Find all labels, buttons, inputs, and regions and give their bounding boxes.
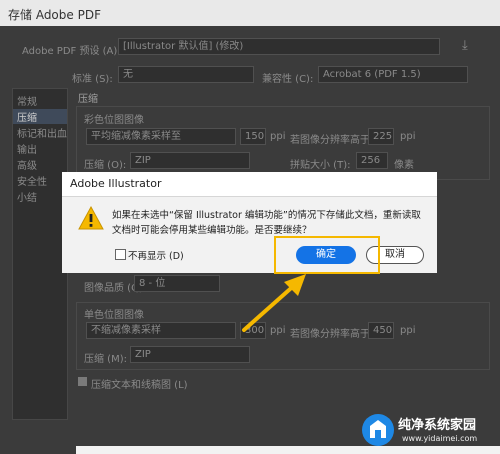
sidebar-item-advanced[interactable]: 高级 (17, 157, 37, 172)
standard-label: 标准 (S): (72, 74, 113, 85)
standard-value: 无 (123, 69, 133, 80)
color-ppi-value: 150 (245, 131, 265, 142)
color-group-title: 彩色位图图像 (84, 115, 144, 126)
compat-label: 兼容性 (C): (262, 74, 314, 85)
mono-downsample-value: 不缩减像素采样 (91, 325, 161, 336)
dont-show-again-label: 不再显示 (D) (128, 251, 184, 262)
footer-strip (76, 446, 500, 454)
watermark-logo-icon (362, 414, 394, 446)
tile-size-label: 拼贴大小 (T): (290, 160, 351, 171)
dialog-title: Adobe Illustrator (70, 177, 162, 190)
sidebar-item-output[interactable]: 输出 (17, 141, 37, 156)
dont-show-again-checkbox[interactable] (115, 249, 126, 260)
watermark-text: 纯净系统家园 (398, 418, 477, 433)
mono-downsample-select[interactable]: 不缩减像素采样 (86, 322, 236, 339)
sidebar-item-summary[interactable]: 小结 (17, 189, 37, 204)
color-downsample-value: 平均缩减像素采样至 (91, 131, 181, 142)
preset-label: Adobe PDF 预设 (A): (22, 46, 121, 57)
color-ppi-input[interactable]: 150 (240, 128, 266, 145)
mono-group-title: 单色位图图像 (84, 310, 144, 321)
color-compress-label: 压缩 (O): (84, 160, 127, 171)
mono-compress-select[interactable]: ZIP (130, 346, 250, 363)
compat-value: Acrobat 6 (PDF 1.5) (323, 69, 421, 80)
dialog-message: 如果在未选中“保留 Illustrator 编辑功能”的情况下存储此文档，重新读… (112, 210, 421, 236)
preset-value: [Illustrator 默认值] (修改) (123, 41, 244, 52)
dialog-titlebar: Adobe Illustrator (62, 172, 437, 197)
category-sidebar: 常规 压缩 标记和出血 输出 高级 安全性 小结 (12, 88, 68, 420)
annotation-arrow-icon (242, 274, 306, 332)
pixel-label: 像素 (394, 160, 414, 171)
highlight-box (274, 236, 380, 274)
window-titlebar: 存储 Adobe PDF (0, 0, 500, 26)
section-title: 压缩 (78, 94, 98, 105)
standard-select[interactable]: 无 (118, 66, 254, 83)
color-compress-select[interactable]: ZIP (130, 152, 250, 169)
compress-text-label: 压缩文本和线稿图 (L) (91, 380, 188, 391)
sidebar-item-security[interactable]: 安全性 (17, 173, 47, 188)
tile-size-value: 256 (361, 155, 381, 166)
watermark-url: www.yidaimei.com (402, 434, 478, 443)
quality-value: 8 - 位 (139, 278, 166, 289)
sidebar-item-general[interactable]: 常规 (17, 93, 37, 108)
save-preset-icon[interactable]: ⤓ (462, 38, 468, 53)
compat-select[interactable]: Acrobat 6 (PDF 1.5) (318, 66, 468, 83)
color-downsample-select[interactable]: 平均缩减像素采样至 (86, 128, 236, 145)
warning-icon (78, 206, 104, 230)
preset-select[interactable]: [Illustrator 默认值] (修改) (118, 38, 440, 55)
mono-above-input[interactable]: 450 (368, 322, 394, 339)
window-title: 存储 Adobe PDF (8, 8, 101, 22)
mono-compress-label: 压缩 (M): (84, 354, 127, 365)
sidebar-item-marks-bleeds[interactable]: 标记和出血 (17, 125, 67, 140)
compress-text-checkbox[interactable] (78, 377, 87, 386)
ppi-label: ppi (270, 131, 286, 142)
mono-above-value: 450 (373, 325, 393, 336)
color-above-input[interactable]: 225 (368, 128, 394, 145)
quality-select[interactable]: 8 - 位 (134, 275, 220, 292)
color-above-value: 225 (373, 131, 393, 142)
sidebar-item-compression[interactable]: 压缩 (13, 109, 67, 124)
mono-ppi-label-2: ppi (400, 325, 416, 336)
color-compress-value: ZIP (135, 155, 151, 166)
mono-compress-value: ZIP (135, 349, 151, 360)
ppi-label-2: ppi (400, 131, 416, 142)
tile-size-input[interactable]: 256 (356, 152, 388, 169)
